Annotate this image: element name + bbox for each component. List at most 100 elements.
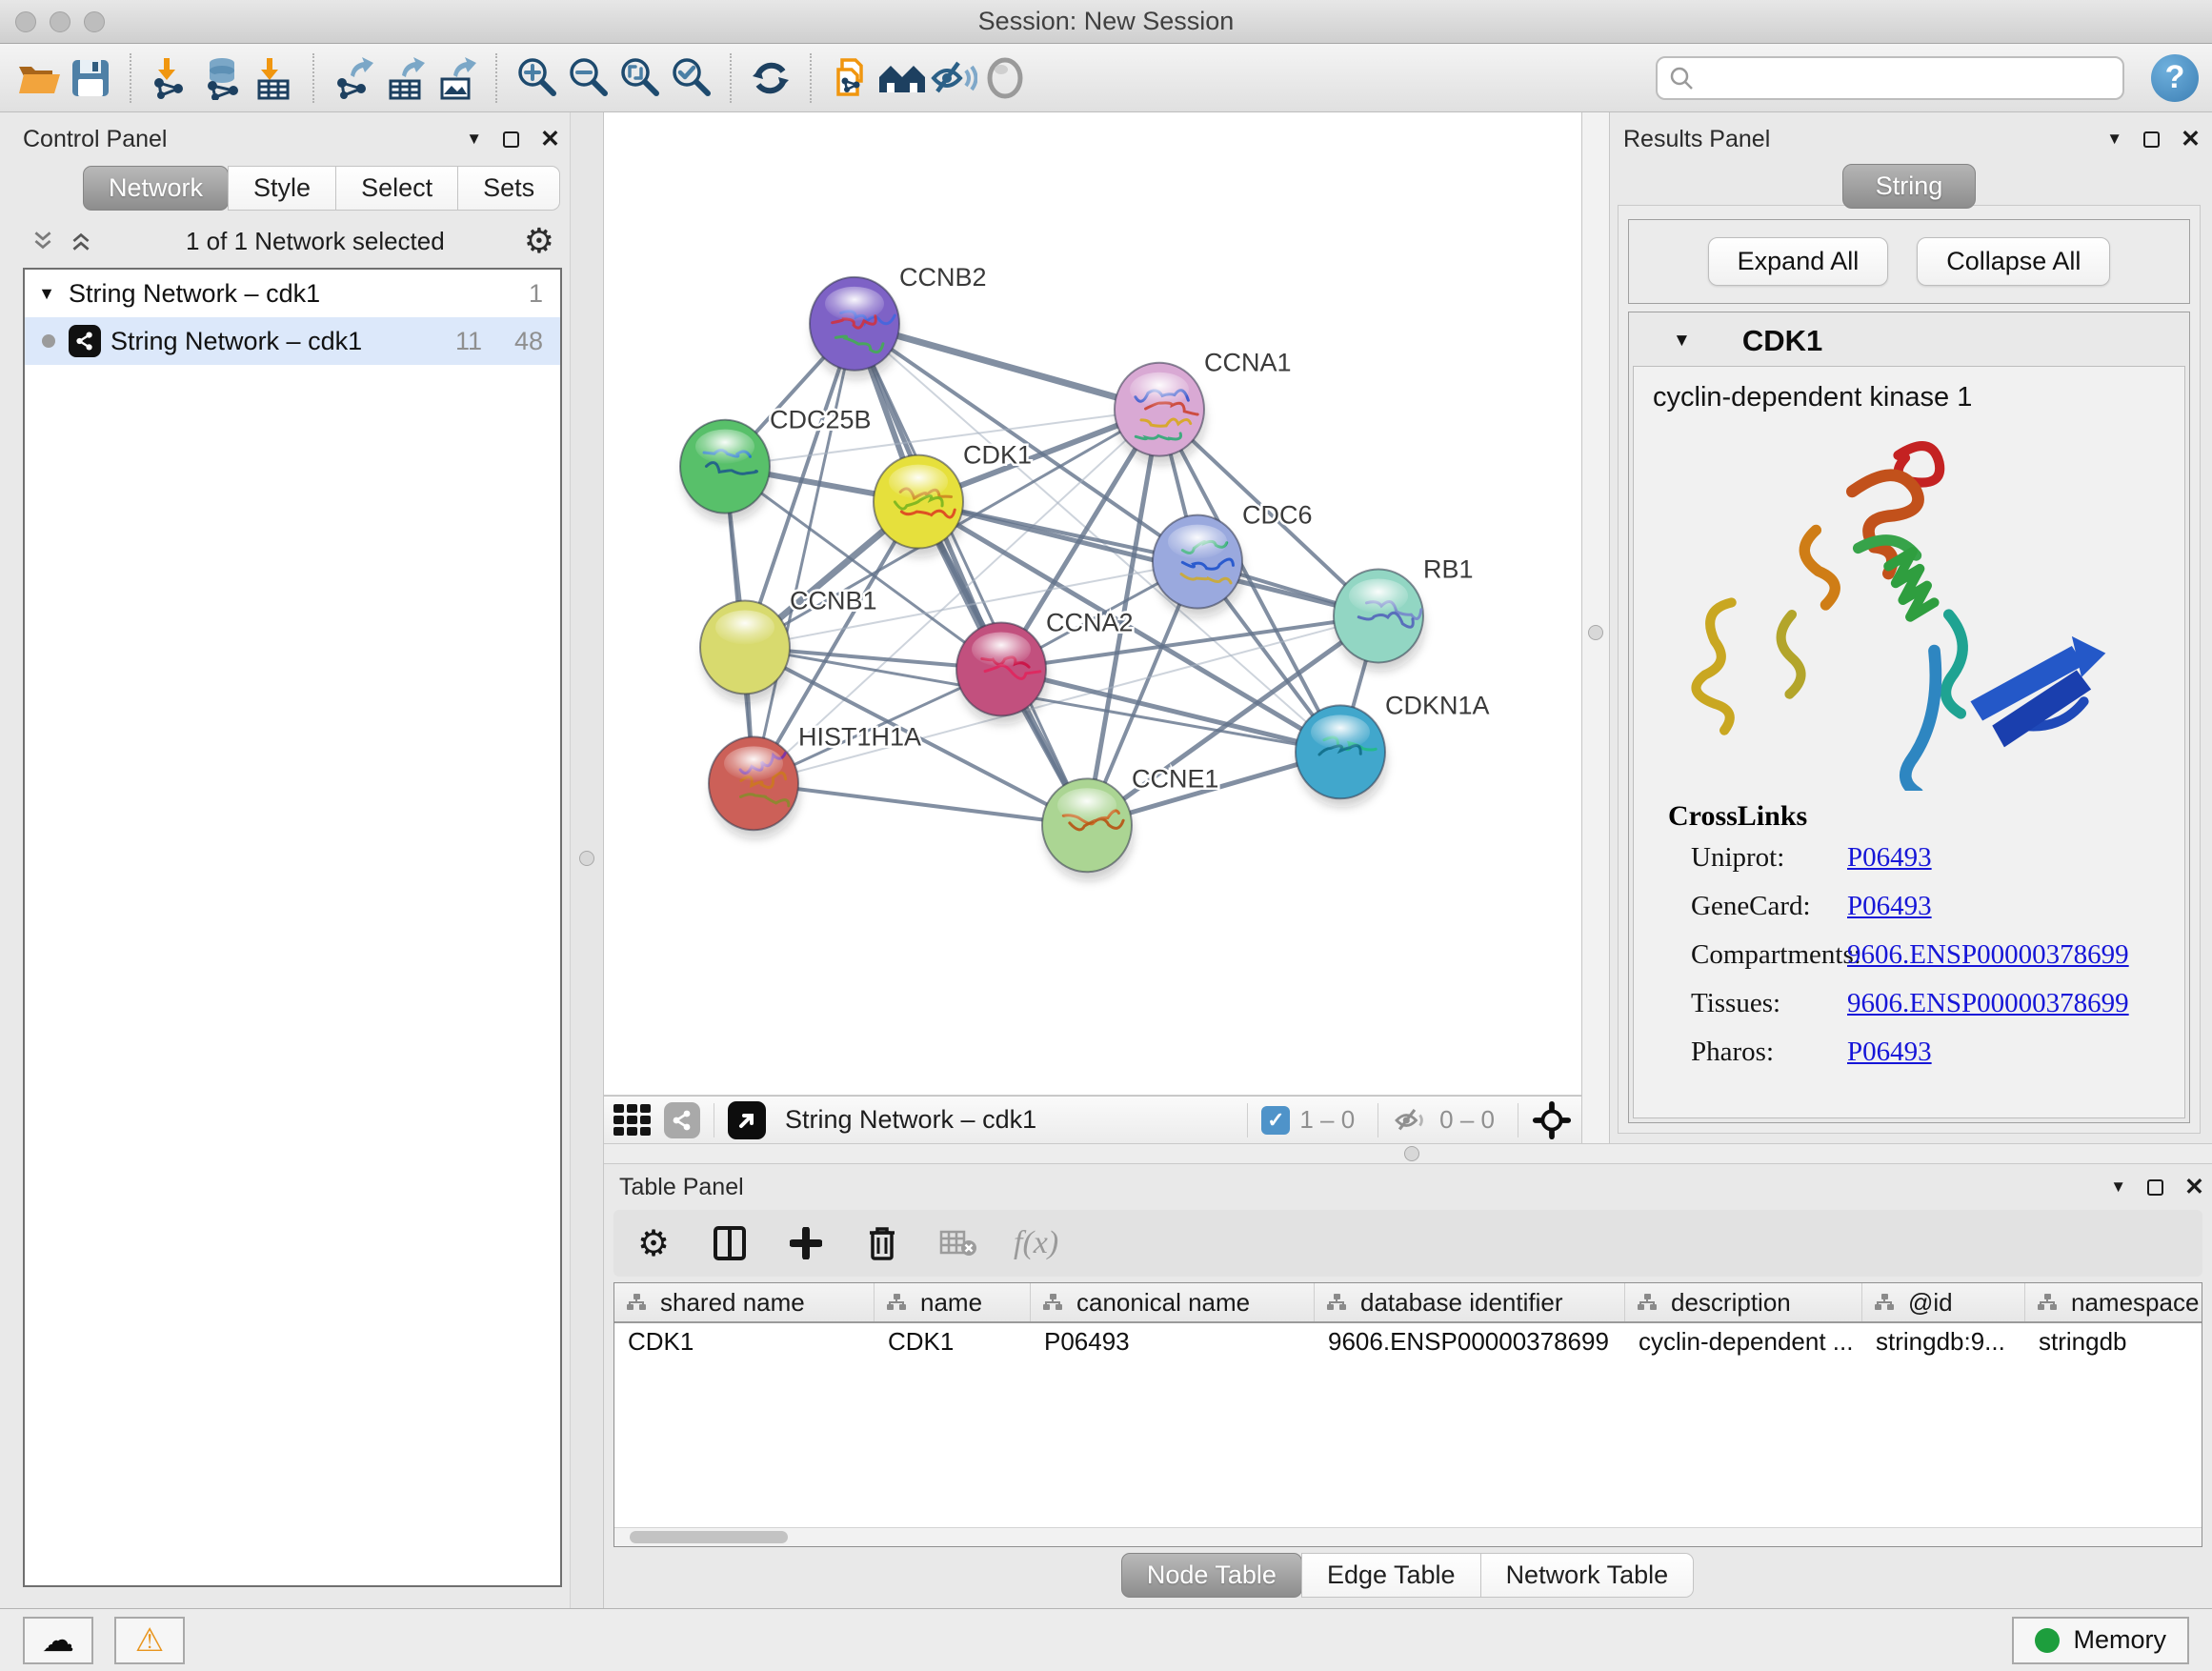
show-all-button[interactable] bbox=[979, 51, 1031, 105]
gear-icon[interactable]: ⚙ bbox=[524, 224, 554, 258]
network-graph: CCNB2CCNA1CDC25BCDK1CDC6RB1CCNB1CCNA2CDK… bbox=[604, 112, 1581, 1095]
first-neighbors-button[interactable] bbox=[876, 51, 928, 105]
table-row[interactable]: CDK1 CDK1 P06493 9606.ENSP00000378699 cy… bbox=[614, 1323, 2202, 1361]
table-settings-gear-icon[interactable]: ⚙ bbox=[633, 1222, 674, 1264]
save-session-button[interactable] bbox=[65, 51, 116, 105]
search-input[interactable] bbox=[1703, 64, 2111, 91]
node-label: CDC25B bbox=[770, 406, 871, 434]
network-tree-root-row[interactable]: ▼ String Network – cdk1 1 bbox=[25, 270, 560, 317]
fit-selection-crosshair-icon[interactable] bbox=[1532, 1100, 1572, 1140]
tab-sets[interactable]: Sets bbox=[457, 166, 560, 211]
add-column-icon[interactable] bbox=[785, 1222, 827, 1264]
panel-menu-icon[interactable]: ▼ bbox=[2106, 130, 2122, 149]
column-header-canonical-name[interactable]: canonical name bbox=[1031, 1283, 1315, 1321]
duplicate-network-button[interactable] bbox=[825, 51, 876, 105]
panel-float-icon[interactable] bbox=[2143, 131, 2160, 148]
zoom-in-button[interactable] bbox=[511, 51, 562, 105]
export-network-button[interactable] bbox=[328, 51, 379, 105]
vertical-splitter-left[interactable] bbox=[570, 112, 604, 1608]
search-field-container bbox=[1656, 56, 2124, 100]
panel-menu-icon[interactable]: ▼ bbox=[466, 130, 482, 149]
zoom-out-button[interactable] bbox=[562, 51, 613, 105]
delete-column-trash-icon[interactable] bbox=[861, 1222, 903, 1264]
column-header-description[interactable]: description bbox=[1625, 1283, 1862, 1321]
column-header-namespace[interactable]: namespace bbox=[2025, 1283, 2202, 1321]
compartments-link[interactable]: 9606.ENSP00000378699 bbox=[1847, 939, 2129, 971]
splitter-handle[interactable] bbox=[1588, 625, 1603, 640]
splitter-handle[interactable] bbox=[579, 851, 594, 866]
tab-select[interactable]: Select bbox=[335, 166, 458, 211]
selected-checkbox-icon[interactable]: ✓ bbox=[1261, 1106, 1290, 1135]
tab-edge-table[interactable]: Edge Table bbox=[1301, 1553, 1481, 1598]
main-area: Control Panel ▼ ✕ Network Style Select S… bbox=[0, 112, 2212, 1608]
main-toolbar: ? bbox=[0, 44, 2212, 112]
vertical-splitter-right[interactable] bbox=[1581, 112, 1610, 1143]
delete-table-icon[interactable] bbox=[937, 1222, 979, 1264]
horizontal-splitter[interactable] bbox=[604, 1143, 2212, 1164]
horizontal-scrollbar[interactable] bbox=[614, 1527, 2202, 1546]
function-builder-icon[interactable]: f(x) bbox=[1014, 1225, 1058, 1261]
panel-close-icon[interactable]: ✕ bbox=[540, 125, 560, 153]
network-canvas[interactable]: CCNB2CCNA1CDC25BCDK1CDC6RB1CCNB1CCNA2CDK… bbox=[604, 112, 1581, 1096]
warnings-button[interactable]: ⚠ bbox=[114, 1617, 185, 1664]
import-database-button[interactable] bbox=[196, 51, 248, 105]
tab-style[interactable]: Style bbox=[228, 166, 336, 211]
cell-database-identifier[interactable]: 9606.ENSP00000378699 bbox=[1315, 1323, 1625, 1361]
open-session-button[interactable] bbox=[13, 51, 65, 105]
panel-float-icon[interactable] bbox=[503, 131, 519, 148]
export-table-button[interactable] bbox=[379, 51, 431, 105]
panel-close-icon[interactable]: ✕ bbox=[2181, 125, 2201, 153]
column-header-id[interactable]: @id bbox=[1862, 1283, 2025, 1321]
memory-button[interactable]: Memory bbox=[2012, 1617, 2189, 1664]
tab-string[interactable]: String bbox=[1842, 164, 1977, 209]
panel-close-icon[interactable]: ✕ bbox=[2184, 1173, 2204, 1201]
tree-expander-icon[interactable]: ▼ bbox=[25, 284, 69, 304]
network-view-title: String Network – cdk1 bbox=[785, 1105, 1234, 1135]
collapse-all-icon[interactable] bbox=[30, 229, 55, 253]
node-label: CDKN1A bbox=[1385, 691, 1489, 719]
expand-all-button[interactable]: Expand All bbox=[1708, 237, 1889, 286]
status-bar: ☁ ⚠ Memory bbox=[0, 1608, 2212, 1671]
zoom-fit-button[interactable] bbox=[613, 51, 665, 105]
tab-network-table[interactable]: Network Table bbox=[1480, 1553, 1695, 1598]
import-network-button[interactable] bbox=[145, 51, 196, 105]
expand-all-icon[interactable] bbox=[69, 229, 93, 253]
gene-section-header[interactable]: ▼ CDK1 bbox=[1633, 316, 2185, 366]
zoom-selected-button[interactable] bbox=[665, 51, 716, 105]
genecard-link[interactable]: P06493 bbox=[1847, 891, 1932, 922]
open-in-window-icon[interactable] bbox=[728, 1101, 766, 1139]
tab-node-table[interactable]: Node Table bbox=[1121, 1553, 1302, 1598]
crosslink-label: Uniprot: bbox=[1668, 842, 1847, 874]
collapse-gene-icon[interactable]: ▼ bbox=[1673, 331, 1691, 352]
import-table-button[interactable] bbox=[248, 51, 299, 105]
network-share-icon[interactable] bbox=[664, 1102, 700, 1138]
pharos-link[interactable]: P06493 bbox=[1847, 1037, 1932, 1068]
cell-name[interactable]: CDK1 bbox=[875, 1323, 1031, 1361]
column-header-shared-name[interactable]: shared name bbox=[614, 1283, 875, 1321]
tab-network[interactable]: Network bbox=[83, 166, 229, 211]
splitter-handle[interactable] bbox=[1404, 1146, 1419, 1161]
column-header-name[interactable]: name bbox=[875, 1283, 1031, 1321]
cell-canonical-name[interactable]: P06493 bbox=[1031, 1323, 1315, 1361]
panel-float-icon[interactable] bbox=[2147, 1179, 2163, 1196]
export-image-button[interactable] bbox=[431, 51, 482, 105]
help-button[interactable]: ? bbox=[2151, 54, 2199, 102]
cloud-status-button[interactable]: ☁ bbox=[23, 1617, 93, 1664]
column-header-database-identifier[interactable]: database identifier bbox=[1315, 1283, 1625, 1321]
tissues-link[interactable]: 9606.ENSP00000378699 bbox=[1847, 988, 2129, 1019]
collapse-all-button[interactable]: Collapse All bbox=[1917, 237, 2110, 286]
cell-description[interactable]: cyclin-dependent ... bbox=[1625, 1323, 1862, 1361]
cell-namespace[interactable]: stringdb bbox=[2025, 1323, 2202, 1361]
select-columns-icon[interactable] bbox=[709, 1222, 751, 1264]
network-tree-row-selected[interactable]: String Network – cdk1 11 48 bbox=[25, 317, 560, 365]
panel-menu-icon[interactable]: ▼ bbox=[2110, 1178, 2126, 1197]
birds-eye-grid-icon[interactable] bbox=[613, 1104, 651, 1136]
cell-id[interactable]: stringdb:9... bbox=[1862, 1323, 2025, 1361]
uniprot-link[interactable]: P06493 bbox=[1847, 842, 1932, 874]
hide-selected-button[interactable] bbox=[928, 51, 979, 105]
string-results-body: Expand All Collapse All ▼ CDK1 cyclin-de… bbox=[1618, 205, 2201, 1134]
cell-shared-name[interactable]: CDK1 bbox=[614, 1323, 875, 1361]
refresh-icon bbox=[749, 56, 793, 100]
scrollbar-thumb[interactable] bbox=[630, 1531, 788, 1543]
refresh-layout-button[interactable] bbox=[745, 51, 796, 105]
